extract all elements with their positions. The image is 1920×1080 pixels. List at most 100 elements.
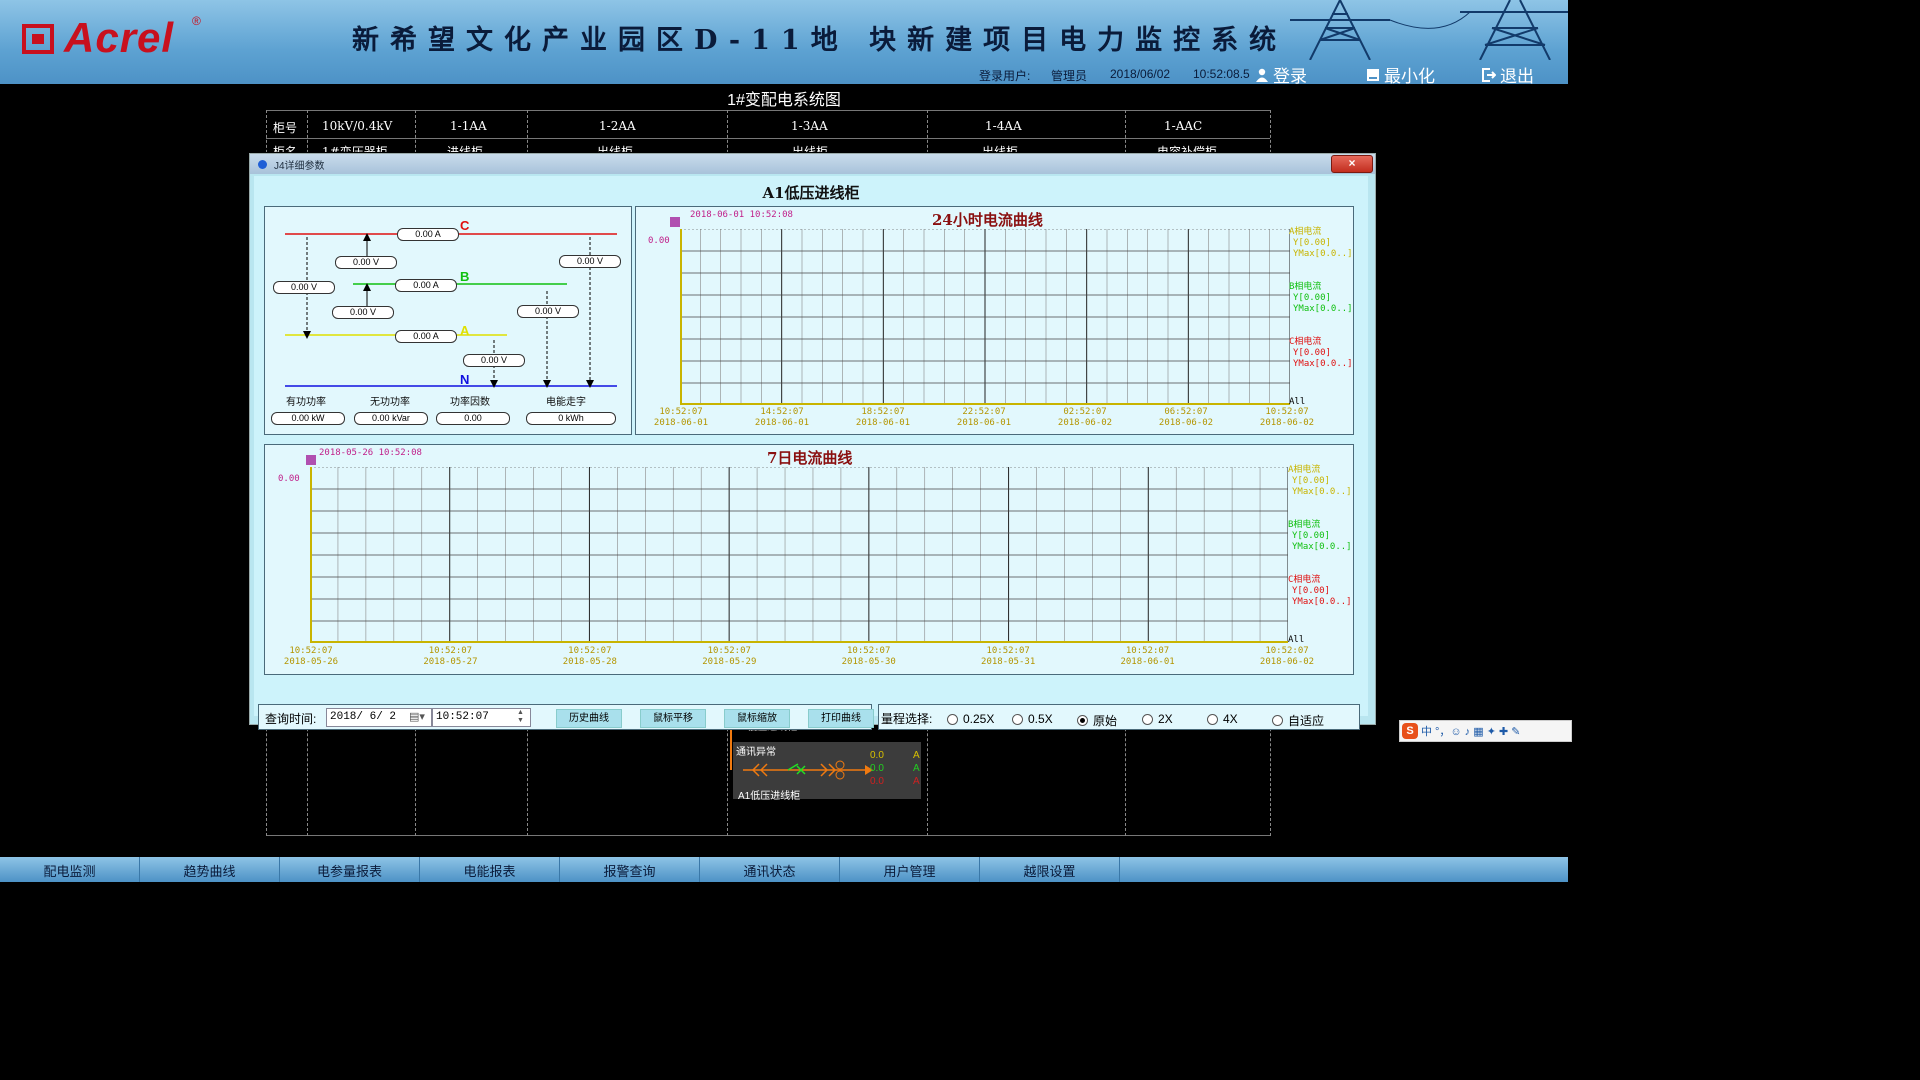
- current-b-value: 0.00 A: [395, 279, 457, 292]
- chart-7d-x-axis: 10:52:07 2018-05-26 10:52:07 2018-05-27 10:5…: [265, 646, 1353, 670]
- minimize-button-label: 最小化: [1384, 67, 1435, 86]
- phase-c-label: C: [460, 218, 470, 233]
- chart-24h-grid: [680, 229, 1290, 405]
- header-time: 10:52:08.5: [1193, 67, 1250, 81]
- diagram-title: 1#变配电系统图: [727, 92, 841, 109]
- nav-trend-curve[interactable]: 趋势曲线: [140, 857, 280, 882]
- x-tick-label: 10:52:07 2018-06-02: [1259, 407, 1315, 428]
- nav-energy-report[interactable]: 电能报表: [420, 857, 560, 882]
- history-curve-button[interactable]: 历史曲线: [556, 709, 622, 728]
- chart-7d-y-value: 0.00: [278, 474, 300, 484]
- cabinet-status-panel[interactable]: 通讯异常 0.0 0.0 0.0 A A A A1低压进线柜: [733, 742, 921, 802]
- legend-series-ymax: YMax[0.0..]: [1292, 597, 1352, 607]
- exit-icon: [1482, 67, 1496, 82]
- minimize-button[interactable]: 最小化: [1366, 62, 1435, 87]
- exit-button-label: 退出: [1500, 67, 1534, 86]
- time-spinner-icon[interactable]: ▲ ▼: [517, 709, 524, 725]
- chart-24h-panel[interactable]: 24小时电流曲线 2018-06-01 10:52:08 0.00 A相电流 Y[…: [635, 206, 1354, 435]
- logo-registered: ®: [192, 14, 201, 28]
- cabinet-title: A1低压进线柜: [762, 184, 860, 202]
- voltage-ba-value: 0.00 V: [332, 306, 394, 319]
- voltage-bn-value: 0.00 V: [517, 305, 579, 318]
- query-toolbar: 查询时间: 2018/ 6/ 2 ▤▾ 10:52:07 ▲ ▼ 历史曲线 鼠标平…: [258, 704, 874, 730]
- chart-24h-cursor-handle[interactable]: [670, 217, 680, 227]
- power-pylon-icon: [1290, 0, 1568, 60]
- range-option-0.25x[interactable]: 0.25X: [947, 712, 994, 726]
- chart-7d-cursor-time: 2018-05-26 10:52:08: [319, 448, 422, 458]
- x-tick-label: 10:52:07 2018-05-28: [562, 646, 617, 667]
- radio-icon: [1272, 715, 1283, 726]
- reactive-power-label: 无功功率: [370, 397, 410, 408]
- range-selector: 量程选择: 0.25X 0.5X 原始 2X 4X 自适应: [878, 704, 1360, 730]
- voltage-cb-value: 0.00 V: [335, 256, 397, 269]
- chart-24h-y-value: 0.00: [648, 236, 670, 246]
- dialog-titlebar[interactable]: J4详细参数 ×: [250, 154, 1375, 174]
- radio-icon: [1207, 713, 1218, 725]
- acrel-logo-icon: [22, 24, 54, 54]
- nav-comm-status[interactable]: 通讯状态: [700, 857, 840, 882]
- logo-text: Acrel: [64, 14, 175, 61]
- table-header-cell: 10kV/0.4kV: [322, 119, 393, 133]
- chart-7d-panel[interactable]: 7日电流曲线 2018-05-26 10:52:08 0.00 A相电流 Y[0.…: [264, 444, 1354, 675]
- legend-series-ymax: YMax[0.0..]: [1293, 249, 1353, 259]
- legend-series-ymax: YMax[0.0..]: [1292, 487, 1352, 497]
- nav-user-manage[interactable]: 用户管理: [840, 857, 980, 882]
- value-c: 0.0: [870, 776, 884, 787]
- ime-toolbar[interactable]: S 中 °，☺ ♪ ▦ ✦ ✚ ✎: [1399, 720, 1572, 742]
- query-time-label: 查询时间:: [265, 712, 317, 726]
- current-c-value: 0.00 A: [397, 228, 459, 241]
- query-time-field[interactable]: 10:52:07 ▲ ▼: [432, 708, 531, 727]
- x-tick-label: 10:52:07 2018-06-02: [1259, 646, 1315, 667]
- radio-icon: [947, 713, 958, 725]
- range-option-auto[interactable]: 自适应: [1272, 712, 1324, 729]
- nav-power-monitor[interactable]: 配电监测: [0, 857, 140, 882]
- nav-param-report[interactable]: 电参量报表: [280, 857, 420, 882]
- bottom-nav: 配电监测 趋势曲线 电参量报表 电能报表 报警查询 通讯状态 用户管理 越限设置: [0, 857, 1568, 882]
- legend-series-name: B相电流: [1288, 520, 1321, 530]
- nav-alarm-query[interactable]: 报警查询: [560, 857, 700, 882]
- range-option-original[interactable]: 原始: [1077, 712, 1117, 729]
- current-a-value: 0.00 A: [395, 330, 457, 343]
- legend-series-y: Y[0.00]: [1292, 531, 1330, 541]
- calendar-dropdown-icon[interactable]: ▤▾: [409, 710, 425, 723]
- legend-all-toggle[interactable]: All: [1289, 397, 1305, 407]
- exit-button[interactable]: 退出: [1482, 62, 1534, 87]
- range-option-0.5x[interactable]: 0.5X: [1012, 712, 1053, 726]
- table-header-cell: 1-3AA: [791, 119, 828, 133]
- range-option-2x[interactable]: 2X: [1142, 712, 1173, 726]
- voltage-cn-value: 0.00 V: [559, 255, 621, 268]
- range-option-4x[interactable]: 4X: [1207, 712, 1238, 726]
- x-tick-label: 10:52:07 2018-05-26: [283, 646, 339, 667]
- table-header-cell: 1-4AA: [985, 119, 1022, 133]
- login-user: 管理员: [1051, 69, 1088, 83]
- x-tick-label: 10:52:07 2018-05-30: [841, 646, 896, 667]
- mouse-zoom-button[interactable]: 鼠标缩放: [724, 709, 790, 728]
- radio-selected-icon: [1077, 715, 1088, 726]
- reactive-power-value: 0.00 kVar: [354, 412, 428, 425]
- query-date-picker[interactable]: 2018/ 6/ 2 ▤▾: [326, 708, 432, 727]
- chart-7d-cursor-handle[interactable]: [306, 455, 316, 465]
- dialog-close-button[interactable]: ×: [1331, 155, 1373, 173]
- legend-series-name: A相电流: [1288, 465, 1321, 475]
- minimize-icon: [1367, 68, 1379, 81]
- legend-all-toggle[interactable]: All: [1288, 635, 1304, 645]
- table-header-cell: 1-AAC: [1164, 119, 1203, 133]
- header-date: 2018/06/02: [1110, 67, 1171, 81]
- nav-limit-settings[interactable]: 越限设置: [980, 857, 1120, 882]
- x-tick-label: 06:52:07 2018-06-02: [1158, 407, 1214, 428]
- mouse-pan-button[interactable]: 鼠标平移: [640, 709, 706, 728]
- sogou-icon: S: [1402, 723, 1418, 739]
- login-button[interactable]: 登录: [1255, 62, 1307, 87]
- value-b: 0.0: [870, 763, 884, 774]
- table-header-cell: 柜号: [273, 121, 298, 135]
- active-power-label: 有功功率: [286, 397, 326, 408]
- phase-n-label: N: [460, 372, 470, 387]
- legend-series-y: Y[0.00]: [1293, 293, 1331, 303]
- x-tick-label: 22:52:07 2018-06-01: [956, 407, 1012, 428]
- cabinet-label: A1低压进线柜: [738, 791, 801, 802]
- legend-series-name: B相电流: [1289, 282, 1322, 292]
- x-tick-label: 10:52:07 2018-05-27: [423, 646, 478, 667]
- detail-dialog[interactable]: J4详细参数 × A1低压进线柜 C B A N 0.00 A 0.00 A 0…: [249, 153, 1376, 730]
- print-curve-button[interactable]: 打印曲线: [808, 709, 874, 728]
- voltage-an-value: 0.00 V: [463, 354, 525, 367]
